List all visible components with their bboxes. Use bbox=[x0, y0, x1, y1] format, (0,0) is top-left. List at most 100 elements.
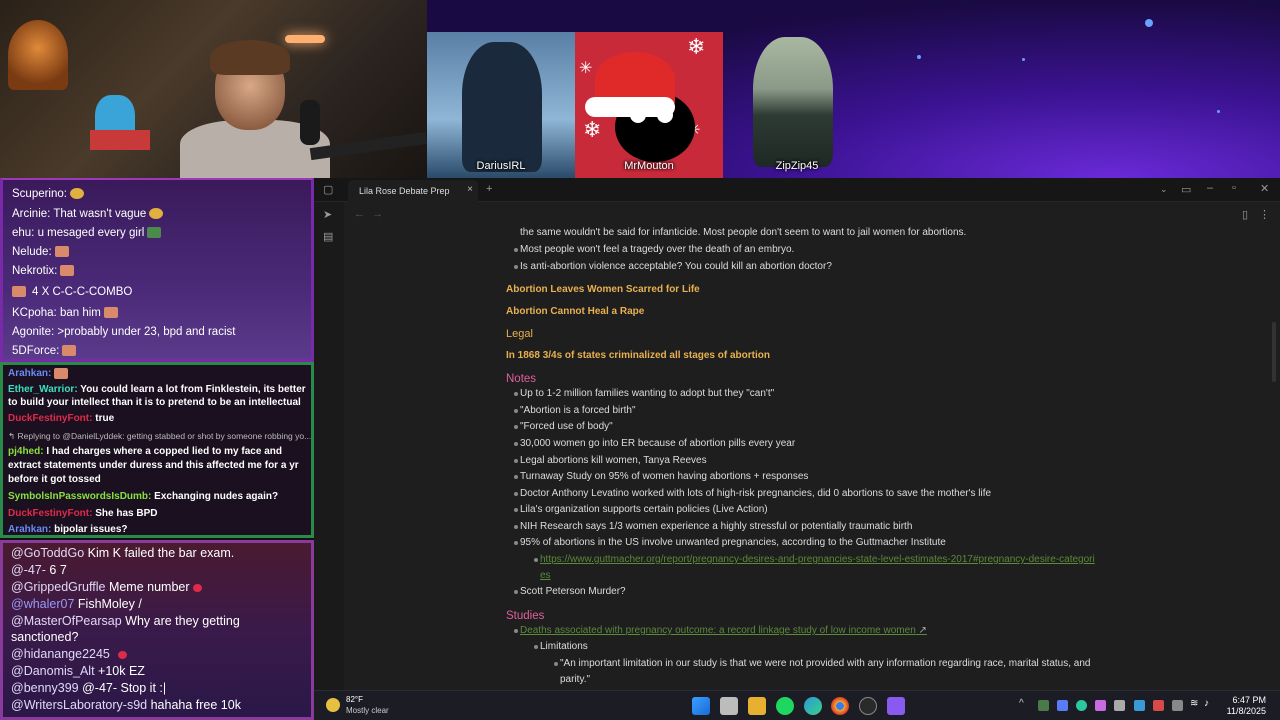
note-line: Is anti-abortion violence acceptable? Yo… bbox=[520, 261, 832, 272]
tab-bar: ▢ Lila Rose Debate Prep × + ⌄ ▭ – ▫ ✕ bbox=[314, 178, 1280, 202]
more-options-icon[interactable]: ⋮ bbox=[1259, 208, 1270, 221]
clock-date: 11/8/2025 bbox=[1226, 706, 1266, 716]
guttmacher-link-wrap[interactable]: es bbox=[540, 570, 551, 581]
chat-message: @Danomis_Alt +10k EZ bbox=[11, 664, 145, 678]
avatar-eye bbox=[630, 107, 646, 123]
tray-icon[interactable] bbox=[1076, 700, 1087, 711]
obs-icon[interactable] bbox=[859, 697, 877, 715]
guttmacher-link[interactable]: https://www.guttmacher.org/report/pregna… bbox=[540, 554, 1095, 565]
stream-layout: DariusIRL ❄ ✳ ❄ ✳ MrMouton ZipZip45 Scup… bbox=[0, 0, 1280, 720]
heart-icon bbox=[117, 650, 127, 659]
reading-view-icon[interactable]: ▯ bbox=[1242, 208, 1248, 221]
note-line: parity." bbox=[560, 674, 591, 685]
edge-icon[interactable] bbox=[804, 697, 822, 715]
bullet bbox=[514, 442, 518, 446]
layout-icon[interactable]: ▭ bbox=[1181, 183, 1191, 196]
forward-arrow-icon[interactable]: → bbox=[372, 208, 383, 220]
microphone bbox=[300, 100, 320, 145]
guest-tile-mrmouton: ❄ ✳ ❄ ✳ MrMouton bbox=[575, 32, 723, 178]
star-dot bbox=[917, 55, 921, 59]
webcam-feed bbox=[0, 0, 427, 178]
tray-icon[interactable] bbox=[1057, 700, 1068, 711]
task-view-icon[interactable] bbox=[720, 697, 738, 715]
emote-icon bbox=[54, 368, 69, 379]
tray-overflow-icon[interactable]: ^ bbox=[1019, 698, 1024, 709]
spotify-icon[interactable] bbox=[776, 697, 794, 715]
chrome-icon[interactable] bbox=[831, 697, 849, 715]
send-icon[interactable]: ➤ bbox=[323, 208, 332, 221]
steam-icon[interactable] bbox=[1114, 700, 1125, 711]
chat-message-cont: sanctioned? bbox=[11, 630, 79, 644]
guest-name: MrMouton bbox=[624, 160, 674, 172]
file-explorer-icon[interactable] bbox=[748, 697, 766, 715]
obsidian-icon[interactable] bbox=[887, 697, 905, 715]
wifi-icon[interactable]: ≋ bbox=[1190, 698, 1198, 709]
emote-icon bbox=[60, 265, 75, 277]
note-line: NIH Research says 1/3 women experience a… bbox=[520, 521, 913, 532]
guest-tile-zipzip45: ZipZip45 bbox=[723, 32, 871, 178]
tray-icon[interactable] bbox=[1038, 700, 1049, 711]
note-line: "Forced use of body" bbox=[520, 421, 613, 432]
emote-icon bbox=[54, 246, 69, 258]
bullet bbox=[514, 392, 518, 396]
chat-message: @-47- 6 7 bbox=[11, 563, 67, 577]
emote-icon bbox=[69, 188, 84, 200]
windows-start-icon[interactable] bbox=[692, 697, 710, 715]
close-icon[interactable]: × bbox=[467, 184, 473, 195]
chat-message-cont: before it got tossed bbox=[8, 474, 101, 485]
note-line: "Abortion is a forced birth" bbox=[520, 405, 636, 416]
bullet bbox=[514, 492, 518, 496]
bullet bbox=[514, 475, 518, 479]
note-line: Limitations bbox=[540, 641, 588, 652]
chat-message: @WritersLaboratory-s9d hahaha free 10k bbox=[11, 698, 241, 712]
note-line: 95% of abortions in the US involve unwan… bbox=[520, 537, 946, 548]
chat-panel-top: Scuperino: Arcinie: That wasn't vague eh… bbox=[0, 178, 314, 362]
window-close-icon[interactable]: ✕ bbox=[1260, 182, 1269, 195]
snowflake-icon: ✳ bbox=[579, 60, 593, 77]
tray-icon[interactable] bbox=[1172, 700, 1183, 711]
files-icon[interactable]: ▤ bbox=[323, 230, 333, 243]
bullet bbox=[534, 558, 538, 562]
chevron-down-icon[interactable]: ⌄ bbox=[1160, 184, 1168, 195]
studio-light bbox=[285, 35, 325, 43]
chat-message-cont: extract statements under duress and this… bbox=[8, 460, 299, 471]
scrollbar[interactable] bbox=[1272, 322, 1276, 382]
bullet bbox=[514, 525, 518, 529]
weather-desc: Mostly clear bbox=[346, 706, 389, 715]
back-arrow-icon[interactable]: ← bbox=[354, 208, 365, 220]
chat-message: Agonite: >probably under 23, bpd and rac… bbox=[12, 326, 236, 338]
chat-message: Scuperino: bbox=[12, 188, 84, 200]
chat-message: Ether_Warrior: You could learn a lot fro… bbox=[8, 384, 306, 395]
bullet bbox=[514, 508, 518, 512]
tray-icon[interactable] bbox=[1153, 700, 1164, 711]
guest-panel: DariusIRL ❄ ✳ ❄ ✳ MrMouton ZipZip45 bbox=[427, 0, 1280, 178]
chat-message: DuckFestinyFont: true bbox=[8, 413, 115, 424]
streamer-hair bbox=[210, 40, 290, 75]
reply-context: ↰ Replying to @DanielLyddek: getting sta… bbox=[8, 431, 312, 441]
heading-1868: In 1868 3/4s of states criminalized all … bbox=[506, 350, 770, 361]
chat-message: @MasterOfPearsap Why are they getting bbox=[11, 614, 240, 628]
heading-notes: Notes bbox=[506, 373, 537, 385]
note-line: "An important limitation in our study is… bbox=[560, 658, 1091, 669]
chat-message: @GoToddGo Kim K failed the bar exam. bbox=[11, 546, 235, 560]
new-tab-button[interactable]: + bbox=[486, 183, 492, 195]
volume-icon[interactable]: ♪ bbox=[1204, 698, 1209, 709]
sidebar-toggle-icon[interactable]: ▢ bbox=[323, 183, 333, 196]
note-line: Scott Peterson Murder? bbox=[520, 586, 626, 597]
study-link[interactable]: Deaths associated with pregnancy outcome… bbox=[520, 625, 927, 636]
weather-icon bbox=[326, 698, 340, 712]
tray-icon[interactable] bbox=[1095, 700, 1106, 711]
note-line: Turnaway Study on 95% of women having ab… bbox=[520, 471, 809, 482]
maximize-icon[interactable]: ▫ bbox=[1232, 182, 1236, 194]
chat-message: 5DForce: bbox=[12, 345, 77, 357]
chat-message: 4 X C-C-C-COMBO bbox=[12, 286, 132, 298]
clock[interactable]: 6:47 PM 11/8/2025 bbox=[1227, 695, 1266, 717]
tray-icon[interactable] bbox=[1134, 700, 1145, 711]
heading-studies: Studies bbox=[506, 610, 545, 622]
tab-lila-rose[interactable]: Lila Rose Debate Prep × bbox=[348, 180, 478, 202]
chat-message-cont: to build your intellect than it is to pr… bbox=[8, 397, 301, 408]
bullet bbox=[534, 645, 538, 649]
minimize-icon[interactable]: – bbox=[1207, 182, 1213, 194]
chat-message: @GrippedGruffle Meme number bbox=[11, 580, 202, 594]
heading-rape: Abortion Cannot Heal a Rape bbox=[506, 306, 645, 317]
